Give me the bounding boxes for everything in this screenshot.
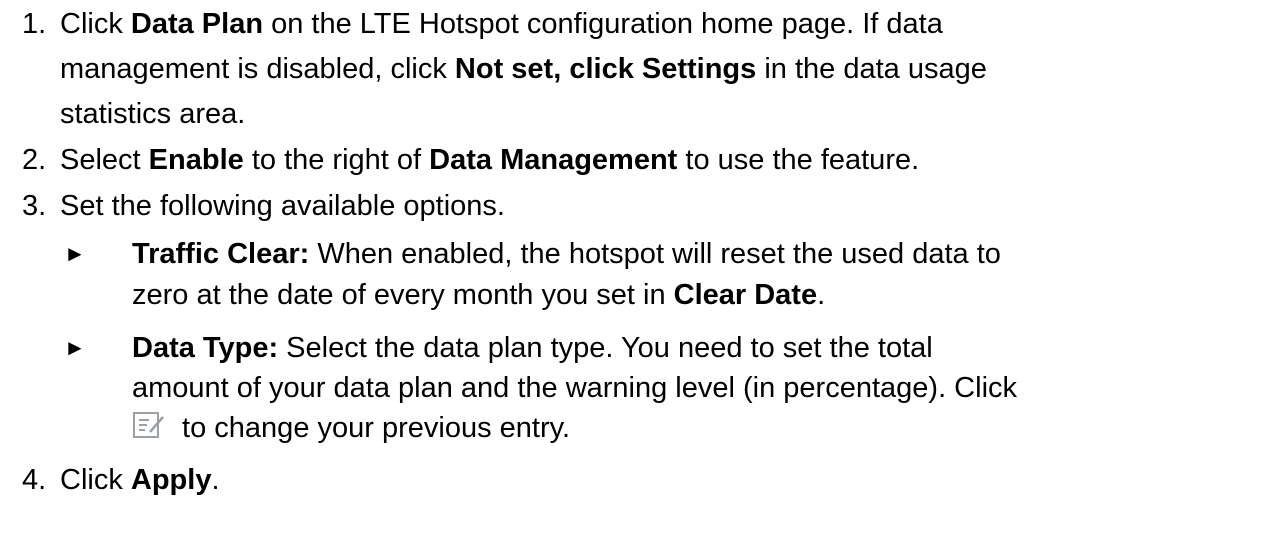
bullet-2-text: amount of your data plan and the warning… [132, 372, 1018, 404]
step-4-line-1: 4. Click Apply. [22, 460, 220, 500]
bullet-1-bold: Clear Date [673, 279, 818, 311]
bullet-2-line-3: to change your previous entry. [132, 410, 570, 447]
step-4-number: 4. [22, 464, 47, 496]
step-2-bold: Enable [148, 144, 244, 176]
step-1-text: on the LTE Hotspot configuration home pa… [263, 8, 943, 40]
bullet-1-marker-icon: ► [64, 241, 86, 266]
bullet-1-text: When enabled, the hotspot will reset the… [309, 238, 1001, 270]
step-2-number: 2. [22, 144, 47, 176]
step-4-text: Click [60, 464, 131, 496]
bullet-2-line-1: Data Type: Select the data plan type. Yo… [132, 330, 933, 367]
bullet-1-term: Traffic Clear: [132, 238, 310, 270]
bullet-1-line-2: zero at the date of every month you set … [132, 277, 825, 314]
step-1-bold: Data Plan [130, 8, 264, 40]
step-4-bold: Apply [130, 464, 212, 496]
step-1-line-3: statistics area. [60, 94, 245, 134]
bullet-2-text: to change your previous entry. [174, 412, 571, 444]
step-1-text: Click [60, 8, 131, 40]
bullet-1-text: zero at the date of every month you set … [132, 279, 674, 311]
instruction-document: 1. Click Data Plan on the LTE Hotspot con… [0, 0, 1279, 544]
edit-icon [132, 411, 166, 441]
bullet-2-marker-icon: ► [64, 335, 86, 360]
step-2-bold: Data Management [429, 144, 678, 176]
step-1-text: in the data usage [756, 53, 987, 85]
step-3-number: 3. [22, 190, 47, 222]
step-1-number: 1. [22, 8, 47, 40]
step-2-text: Select [60, 144, 149, 176]
step-4-text: . [211, 464, 220, 496]
bullet-2-term: Data Type: [132, 332, 279, 364]
step-3-text: Set the following available options. [60, 190, 505, 222]
step-2-text: to the right of [243, 144, 430, 176]
step-1-line-1: 1. Click Data Plan on the LTE Hotspot con… [22, 4, 943, 44]
bullet-2-line-2: amount of your data plan and the warning… [132, 370, 1017, 407]
step-1-line-2: management is disabled, click Not set, c… [60, 49, 987, 89]
step-2-text: to use the feature. [677, 144, 920, 176]
bullet-1-line-1: Traffic Clear: When enabled, the hotspot… [132, 236, 1001, 273]
step-1-text: statistics area. [60, 98, 246, 130]
step-1-bold: Not set, click Settings [454, 53, 757, 85]
bullet-2-text: Select the data plan type. You need to s… [278, 332, 933, 364]
bullet-1-text: . [817, 279, 826, 311]
step-2-line-1: 2. Select Enable to the right of Data Man… [22, 140, 919, 180]
step-3-line-1: 3. Set the following available options. [22, 186, 505, 226]
step-1-text: management is disabled, click [60, 53, 455, 85]
